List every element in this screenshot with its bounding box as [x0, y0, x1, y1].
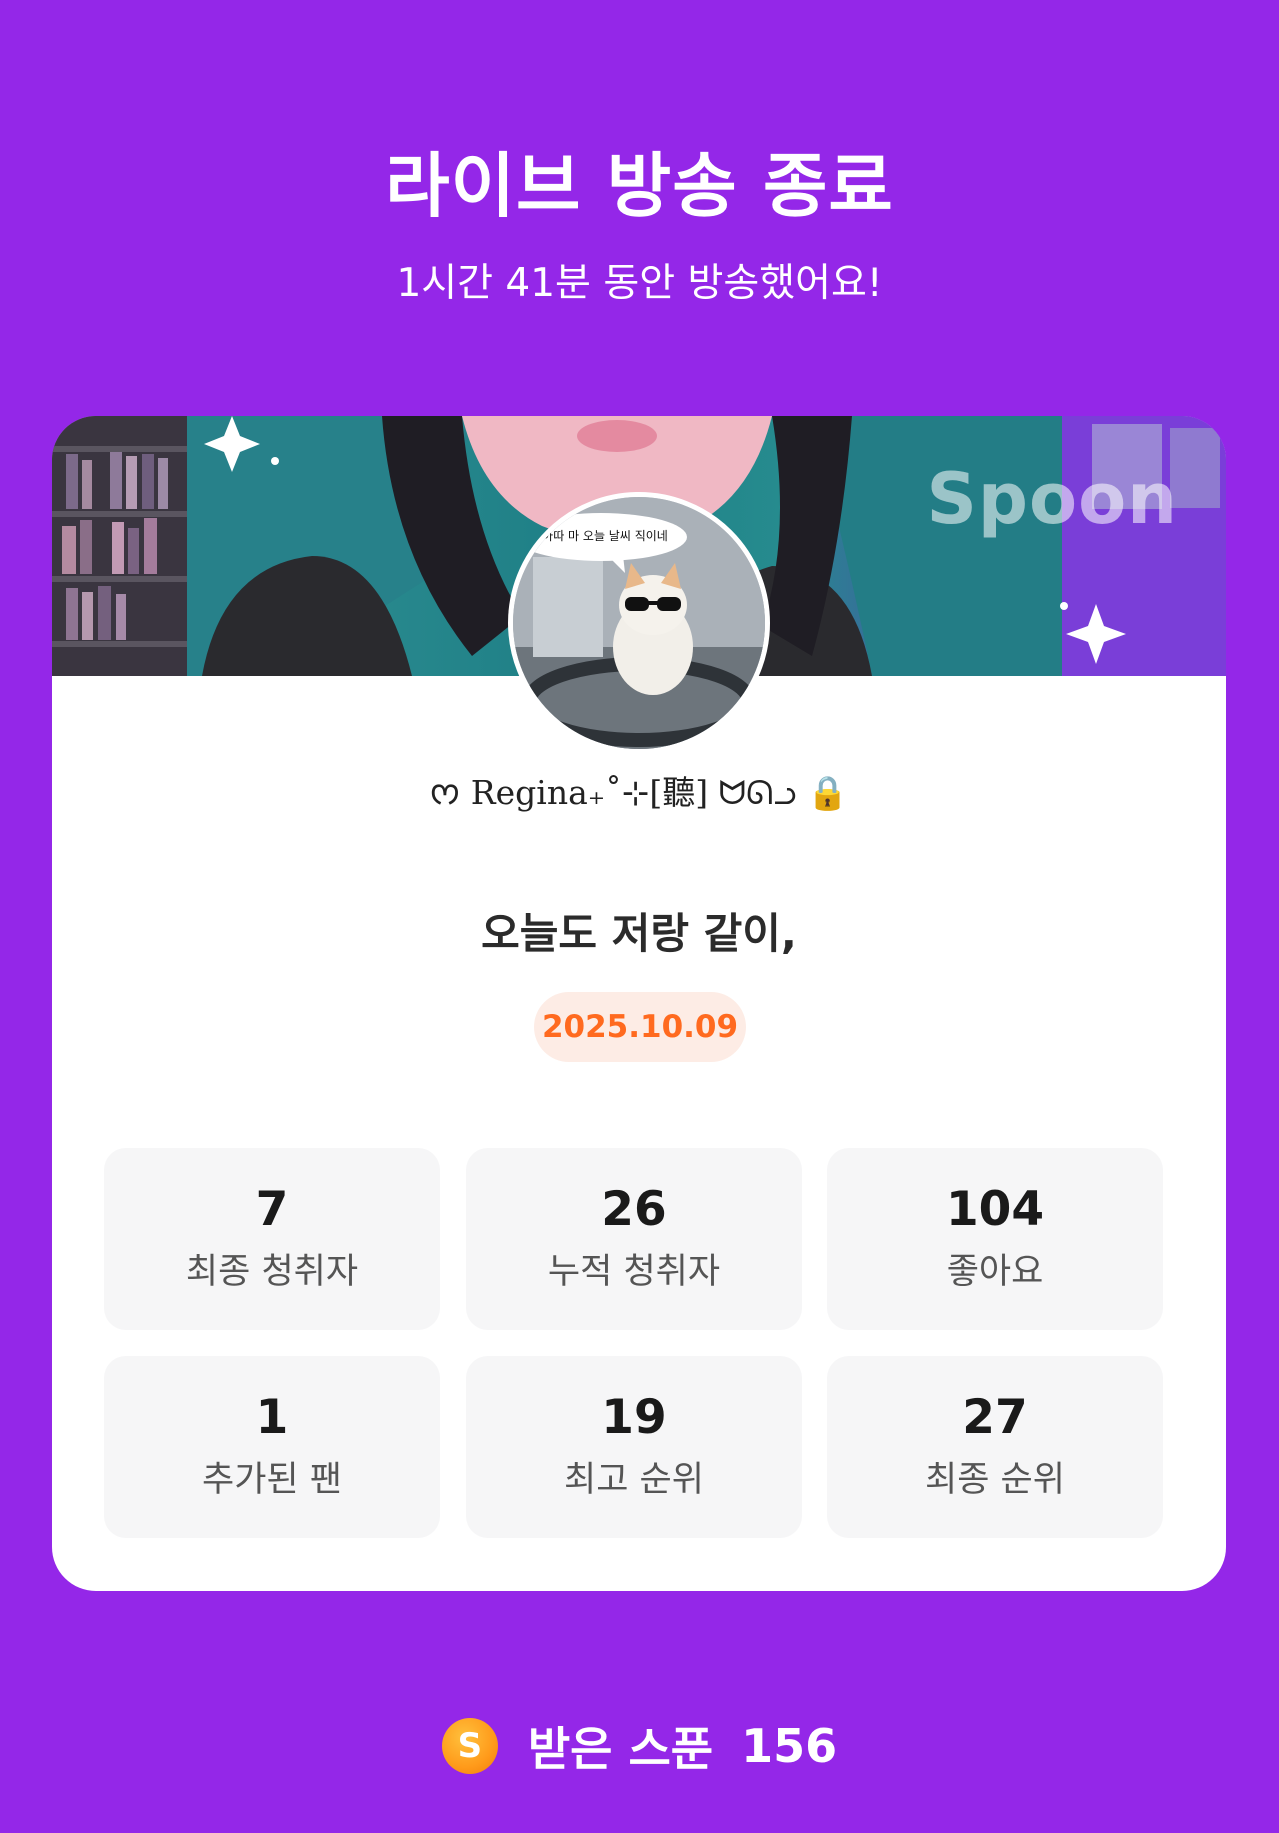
stat-final-listeners: 7 최종 청취자	[104, 1148, 440, 1330]
stat-label: 최종 청취자	[185, 1252, 359, 1292]
stat-value: 19	[601, 1390, 667, 1445]
stat-label: 최고 순위	[564, 1460, 704, 1500]
stat-label: 최종 순위	[925, 1460, 1065, 1500]
spoon-watermark: Spoon	[926, 458, 1178, 540]
spoon-coin-icon: S	[441, 1718, 498, 1774]
live-title: 오늘도 저랑 같이,	[481, 909, 797, 958]
stats-grid: 7 최종 청취자 26 누적 청취자 104 좋아요 1 추가된 팬 19 최고…	[104, 1148, 1175, 1538]
stat-value: 104	[945, 1182, 1045, 1237]
stat-value: 27	[962, 1390, 1028, 1445]
page-title: 라이브 방송 종료	[385, 145, 894, 227]
profile-avatar[interactable]: 아따 마 오늘 날씨 직이네	[508, 492, 770, 754]
received-spoons-label: 받은 스푼	[527, 1722, 714, 1776]
avatar-speech-text: 아따 마 오늘 날씨 직이네	[542, 529, 668, 543]
live-end-screen: 라이브 방송 종료 1시간 41분 동안 방송했어요! Spoon 아따 마 오…	[0, 0, 1279, 1833]
summary-card: Spoon 아따 마 오늘 날씨 직이네 ᰔ Regina₊˚⊹[聽] ᗢᘏᓗ …	[52, 416, 1226, 1591]
stat-label: 좋아요	[946, 1252, 1044, 1292]
received-spoons: S 받은 스푼 156	[0, 1712, 1279, 1780]
host-nickname: ᰔ Regina₊˚⊹[聽] ᗢᘏᓗ 🔒	[429, 773, 849, 812]
stat-value: 26	[601, 1182, 667, 1237]
stat-value: 7	[255, 1182, 289, 1237]
broadcast-duration: 1시간 41분 동안 방송했어요!	[396, 261, 883, 306]
stat-likes: 104 좋아요	[827, 1148, 1163, 1330]
stat-label: 누적 청취자	[547, 1252, 721, 1292]
stat-value: 1	[255, 1390, 289, 1445]
received-spoons-count: 156	[741, 1719, 838, 1773]
stat-label: 추가된 팬	[202, 1460, 342, 1500]
stat-final-rank: 27 최종 순위	[827, 1356, 1163, 1538]
broadcast-date: 2025.10.09	[534, 992, 746, 1062]
stat-best-rank: 19 최고 순위	[466, 1356, 802, 1538]
stat-total-listeners: 26 누적 청취자	[466, 1148, 802, 1330]
stat-new-fans: 1 추가된 팬	[104, 1356, 440, 1538]
